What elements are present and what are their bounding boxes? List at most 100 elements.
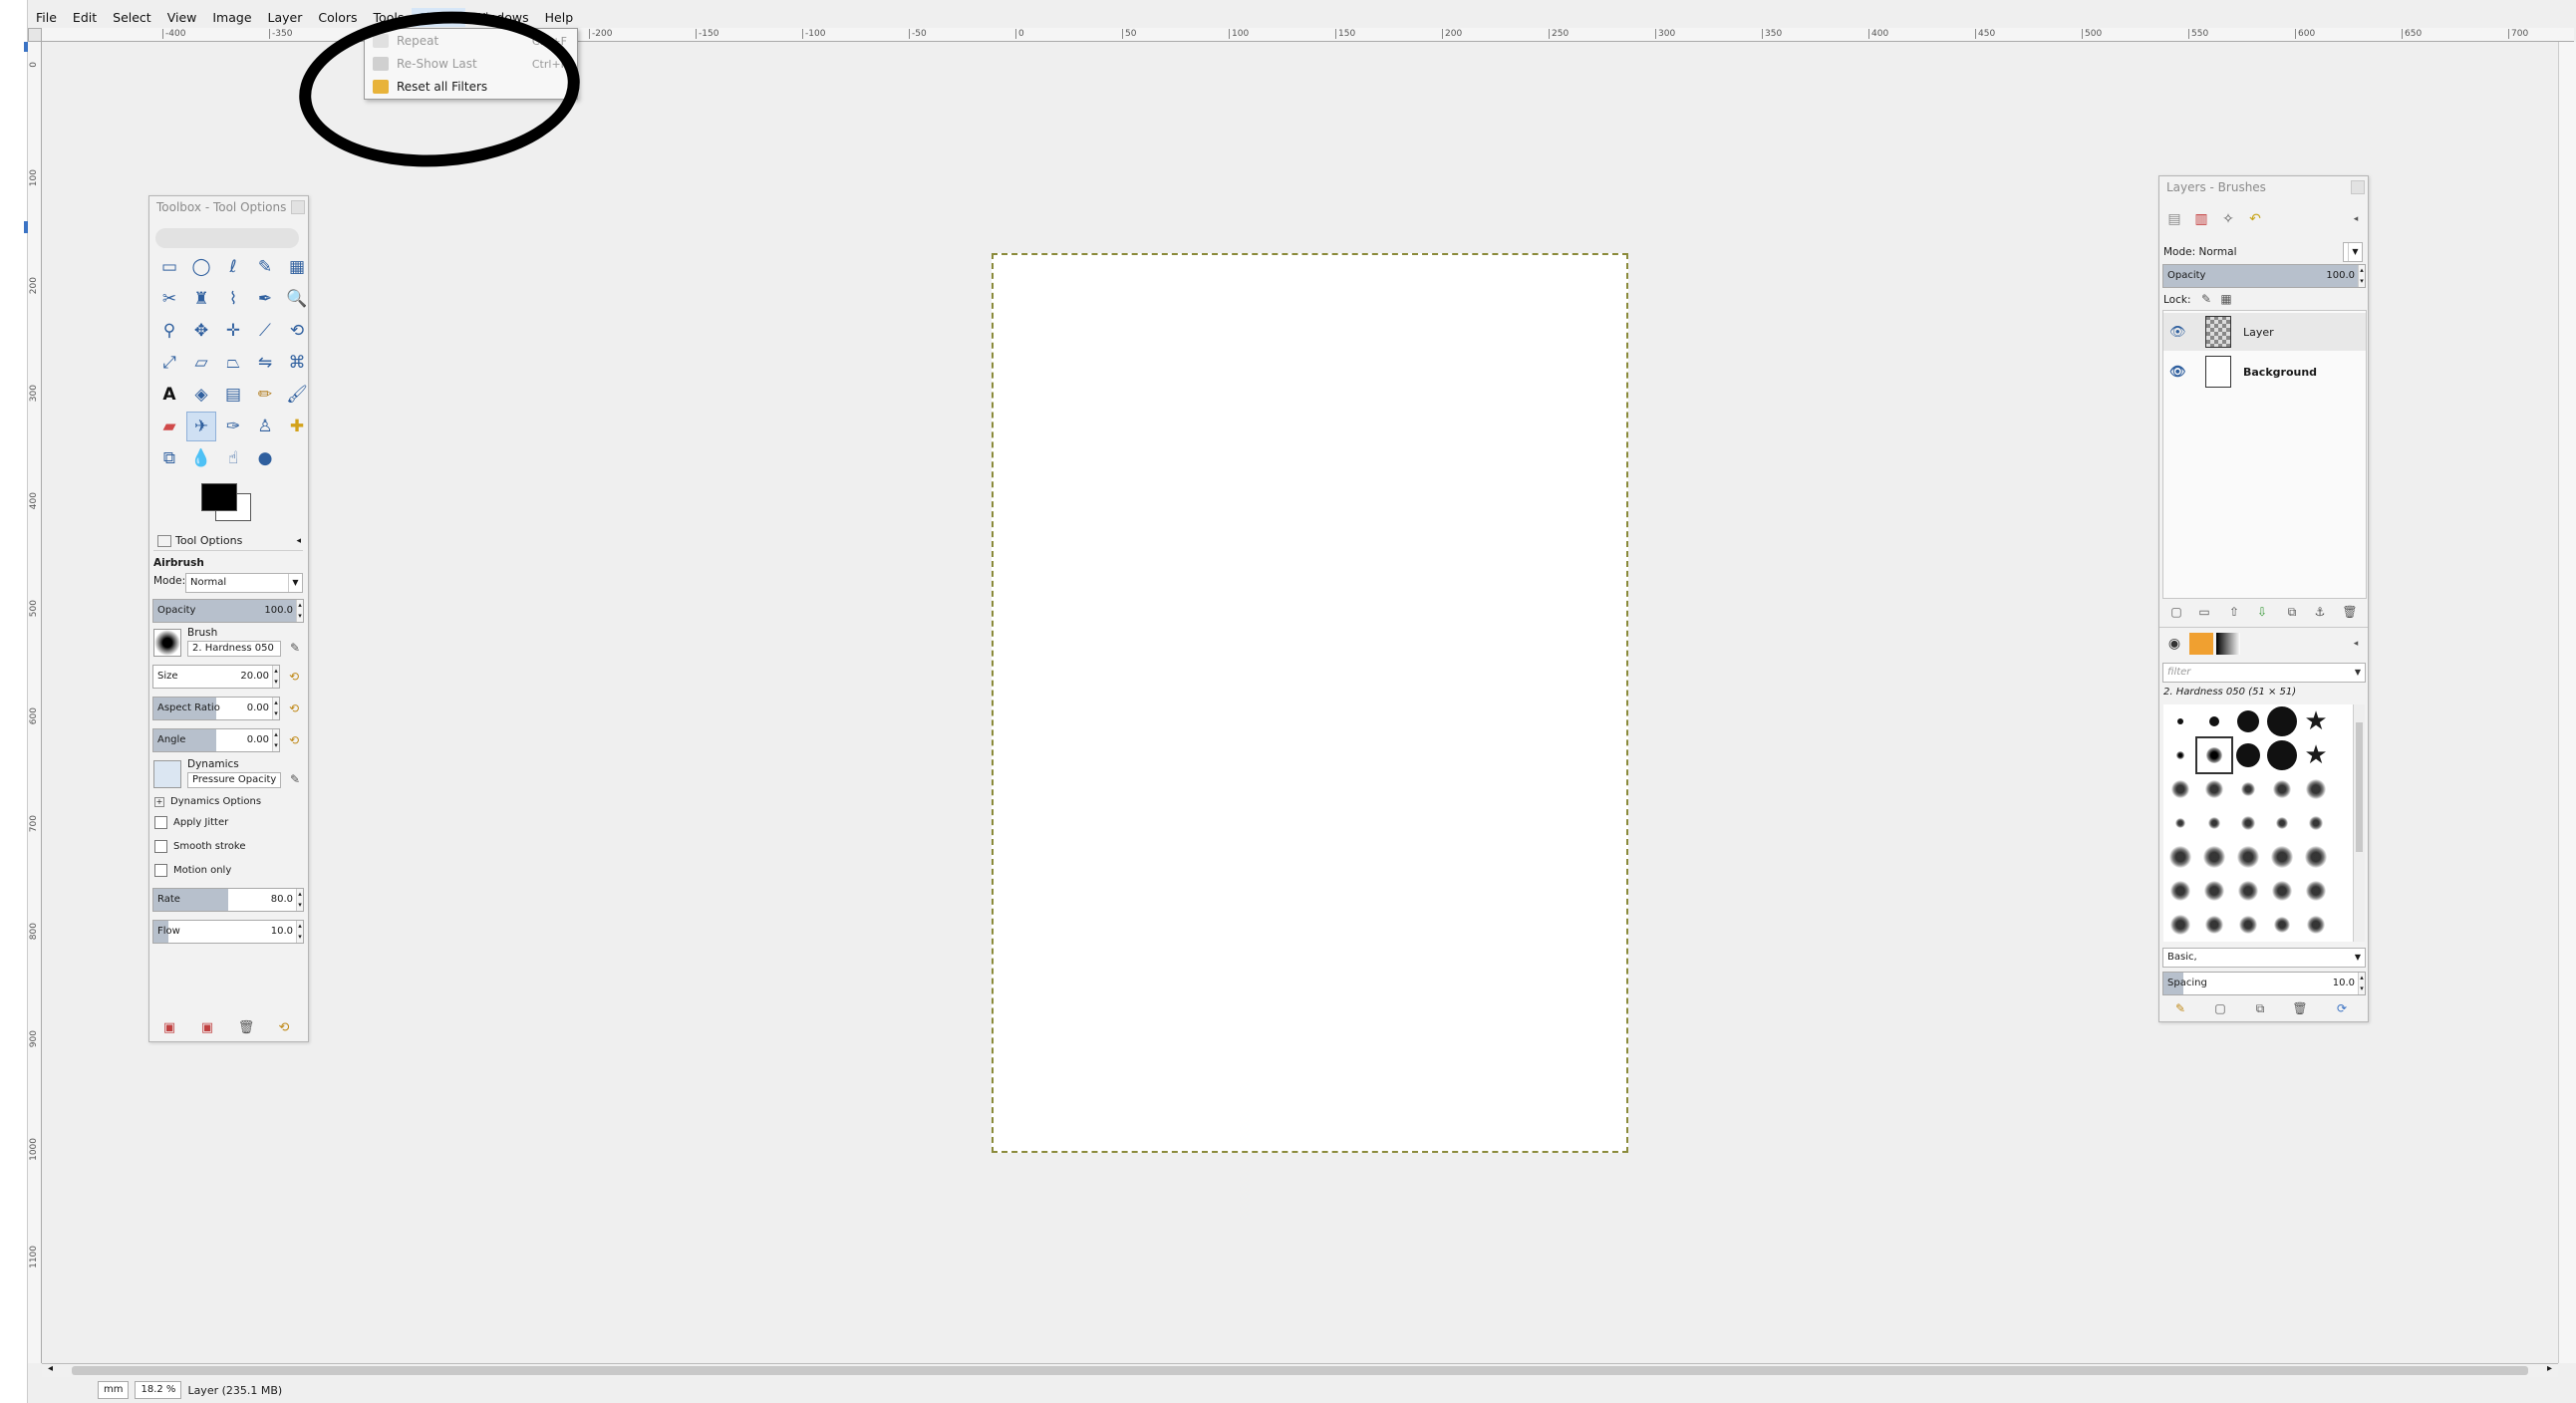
brush-thumbnail[interactable] [2265, 908, 2299, 942]
dodge-burn-icon[interactable]: ● [250, 443, 280, 473]
smudge-icon[interactable]: ☝ [218, 443, 248, 473]
gradients-tab-icon[interactable] [2216, 633, 2240, 655]
anchor-layer-icon[interactable]: ⚓ [2311, 603, 2329, 621]
brush-thumbnail[interactable]: ★ [2299, 738, 2333, 772]
blur-icon[interactable]: 💧 [186, 443, 216, 473]
brush-thumbnail[interactable] [2197, 704, 2231, 738]
paintbrush-icon[interactable]: 🖌 [282, 380, 312, 410]
brush-thumbnail[interactable] [2265, 806, 2299, 840]
dynamics-field[interactable]: Pressure Opacity [187, 772, 281, 788]
patterns-tab-icon[interactable] [2189, 633, 2213, 655]
shear-icon[interactable]: ▱ [186, 348, 216, 378]
new-layer-icon[interactable]: ▢ [2167, 603, 2185, 621]
brush-thumbnail[interactable] [2163, 840, 2197, 874]
brush-thumbnail[interactable] [2197, 806, 2231, 840]
spin-arrows-icon[interactable]: ▴ ▾ [272, 666, 279, 688]
paths-icon[interactable]: ⌇ [218, 284, 248, 314]
tool-options-tab[interactable]: Tool Options [175, 534, 242, 547]
brush-thumbnail[interactable] [2299, 908, 2333, 942]
brush-thumbnail[interactable] [2197, 840, 2231, 874]
mode-select[interactable]: Normal ▼ [185, 573, 303, 593]
dynamics-preview-icon[interactable] [153, 760, 181, 788]
foreground-select-icon[interactable]: ♜ [186, 284, 216, 314]
zoom-select[interactable]: 18.2 % [135, 1381, 182, 1399]
delete-options-icon[interactable]: 🗑 [237, 1019, 255, 1035]
brush-thumbnail[interactable] [2197, 874, 2231, 908]
raise-layer-icon[interactable]: ⇧ [2225, 603, 2243, 621]
visibility-eye-icon[interactable]: 👁 [2169, 325, 2187, 340]
flip-icon[interactable]: ⇋ [250, 348, 280, 378]
menu-colors[interactable]: Colors [310, 8, 365, 27]
opacity-slider[interactable]: Opacity 100.0 ▴ ▾ [152, 599, 304, 623]
brush-thumbnail[interactable] [2265, 738, 2299, 772]
brush-thumbnail[interactable]: ★ [2299, 704, 2333, 738]
channels-tab-icon[interactable]: ▥ [2189, 208, 2213, 230]
rotate-icon[interactable]: ⟲ [282, 316, 312, 346]
select-by-color-icon[interactable]: ▦ [282, 252, 312, 282]
tab-menu-icon[interactable]: ◂ [2347, 210, 2365, 228]
refresh-brushes-icon[interactable]: ⟳ [2333, 999, 2351, 1017]
brush-thumbnail[interactable] [2163, 874, 2197, 908]
pencil-icon[interactable]: ✏ [250, 380, 280, 410]
brush-thumbnail[interactable] [2299, 874, 2333, 908]
move-icon[interactable]: ✥ [186, 316, 216, 346]
brush-scrollbar[interactable] [2353, 704, 2365, 942]
menu-help[interactable]: Help [537, 8, 582, 27]
menu-filters[interactable]: Filters [412, 7, 465, 27]
scroll-left-icon[interactable]: ◂ [48, 1363, 53, 1374]
eraser-icon[interactable]: ▰ [154, 412, 184, 441]
bucket-fill-icon[interactable]: ◈ [186, 380, 216, 410]
crop-icon[interactable]: ⟋ [250, 316, 280, 346]
rect-select-icon[interactable]: ▭ [154, 252, 184, 282]
menu-file[interactable]: File [28, 8, 65, 27]
paths-tab-icon[interactable]: ✧ [2216, 208, 2240, 230]
cage-transform-icon[interactable]: ⌘ [282, 348, 312, 378]
delete-layer-icon[interactable]: 🗑 [2341, 603, 2359, 621]
layer-mode-select[interactable]: ▼ [2343, 242, 2363, 262]
brush-thumbnail[interactable] [2163, 772, 2197, 806]
vertical-ruler[interactable]: 0 100 200 300 400 500 600 700 800 900 1000 1100 [28, 42, 42, 1363]
brush-category-select[interactable]: Basic, ▼ [2162, 948, 2366, 968]
zoom-icon[interactable]: 🔍 [282, 284, 312, 314]
menu-select[interactable]: Select [105, 8, 159, 27]
brush-thumbnail[interactable] [2195, 736, 2233, 774]
unit-select[interactable]: mm [98, 1381, 130, 1399]
gradient-icon[interactable]: ▤ [218, 380, 248, 410]
clone-icon[interactable]: ♙ [250, 412, 280, 441]
lock-pixels-icon[interactable]: ✎ [2197, 290, 2215, 308]
new-layer-group-icon[interactable]: ▭ [2195, 603, 2213, 621]
spacing-slider[interactable]: Spacing 10.0 ▴ ▾ [2162, 972, 2366, 995]
spin-arrows-icon[interactable]: ▴ ▾ [296, 889, 303, 911]
heal-icon[interactable]: ✚ [282, 412, 312, 441]
duplicate-layer-icon[interactable]: ⧉ [2283, 603, 2301, 621]
wilber-drop-area[interactable] [155, 228, 299, 248]
menu-windows[interactable]: Windows [465, 8, 537, 27]
scroll-right-icon[interactable]: ▸ [2547, 1363, 2552, 1374]
brush-thumbnail[interactable] [2299, 806, 2333, 840]
layers-tab-icon[interactable]: ▤ [2162, 208, 2186, 230]
brushes-tab-icon[interactable]: ◉ [2162, 633, 2186, 655]
save-options-icon[interactable]: ▣ [160, 1019, 178, 1035]
airbrush-icon[interactable]: ✈ [186, 412, 216, 441]
brush-grid[interactable]: ★ ★ [2163, 704, 2353, 942]
brush-thumbnail[interactable] [2231, 704, 2265, 738]
brush-thumbnail[interactable] [2197, 772, 2231, 806]
motion-only-checkbox[interactable]: Motion only [154, 864, 231, 877]
brush-preview[interactable] [153, 629, 181, 657]
duplicate-brush-icon[interactable]: ⧉ [2251, 999, 2269, 1017]
spin-arrows-icon[interactable]: ▴ ▾ [296, 600, 303, 622]
brush-thumbnail[interactable] [2163, 738, 2197, 772]
size-slider[interactable]: Size 20.00 ▴ ▾ [152, 665, 280, 689]
restore-options-icon[interactable]: ▣ [198, 1019, 216, 1035]
new-brush-icon[interactable]: ▢ [2211, 999, 2229, 1017]
perspective-clone-icon[interactable]: ⧉ [154, 443, 184, 473]
brush-thumbnail[interactable] [2265, 840, 2299, 874]
reset-angle-icon[interactable]: ⟲ [285, 731, 303, 749]
brush-thumbnail[interactable] [2265, 704, 2299, 738]
menu-item-reset-all-filters[interactable]: Reset all Filters [365, 76, 577, 98]
edit-brush-icon[interactable]: ✎ [286, 639, 304, 657]
layer-name[interactable]: Background [2243, 366, 2317, 379]
reset-options-icon[interactable]: ⟲ [275, 1019, 293, 1035]
dock-close-button[interactable] [291, 200, 305, 214]
undo-history-tab-icon[interactable]: ↶ [2243, 208, 2267, 230]
